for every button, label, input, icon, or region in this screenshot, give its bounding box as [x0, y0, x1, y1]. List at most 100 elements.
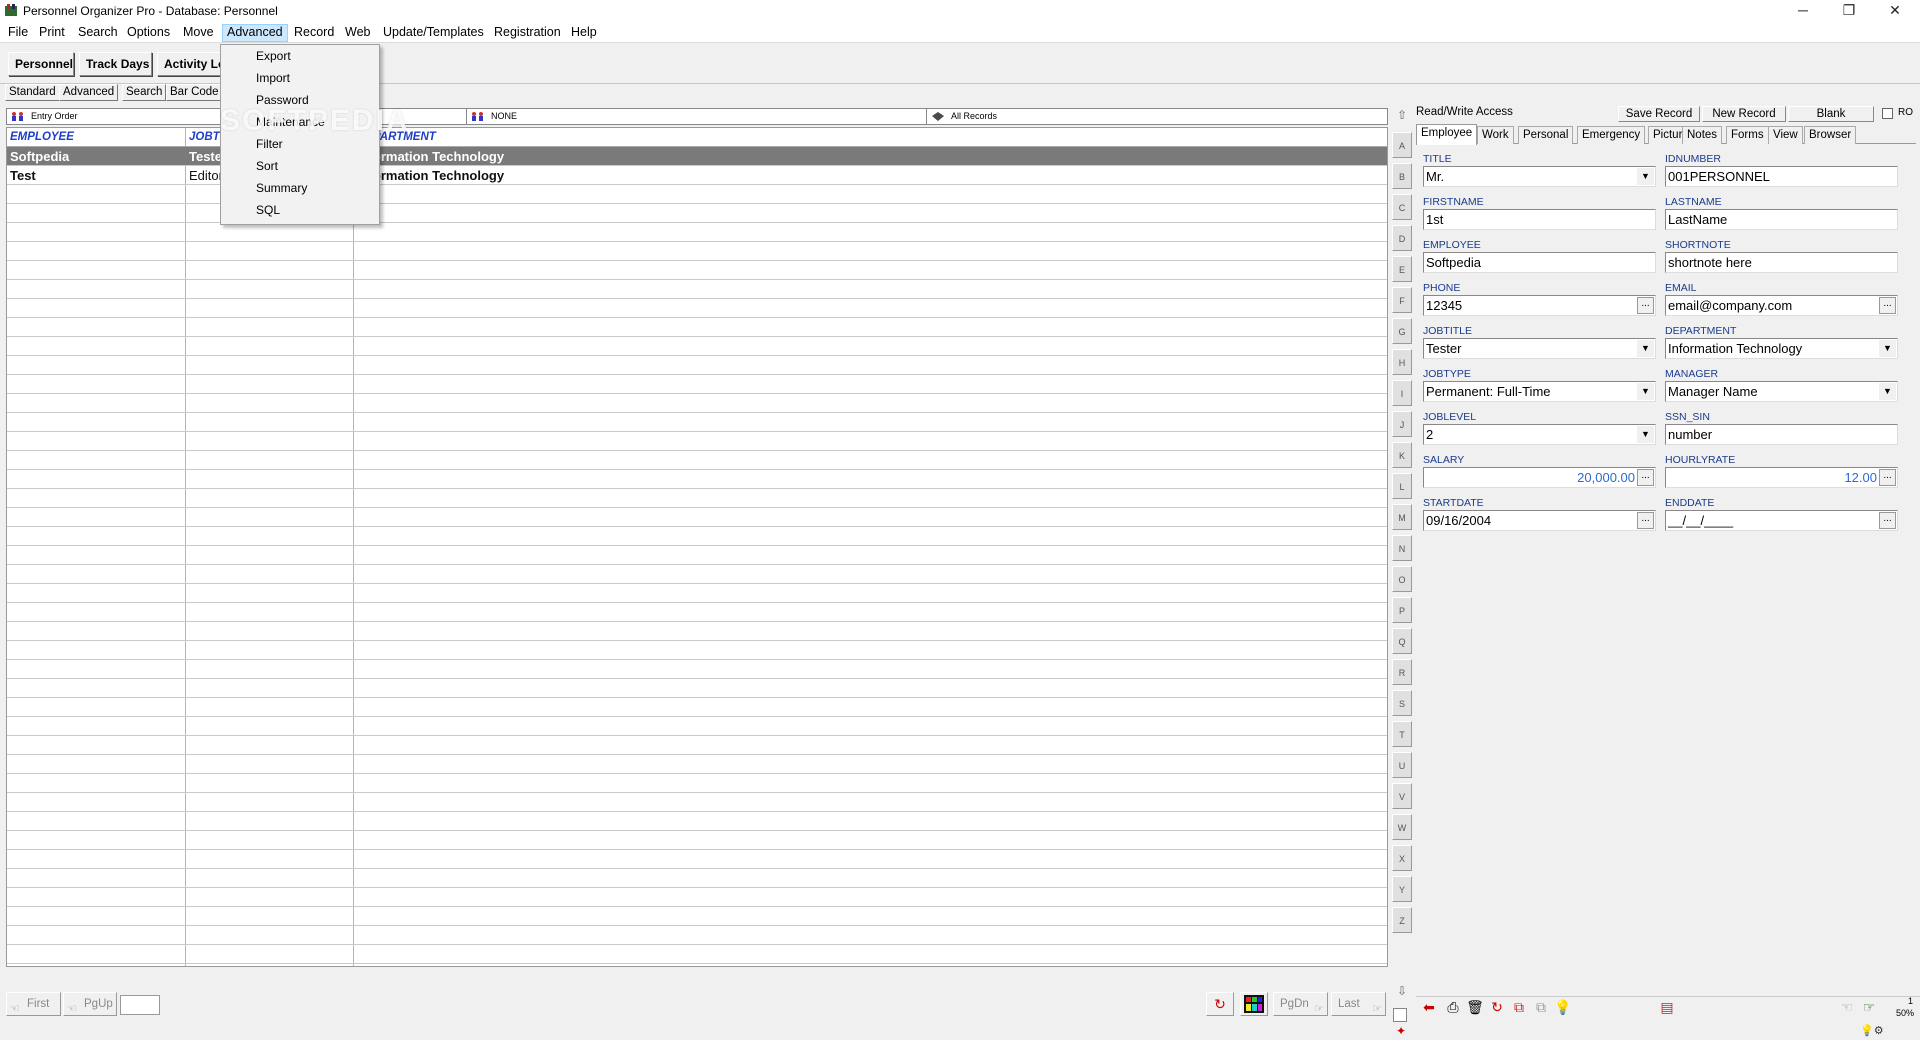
- scroll-down-icon[interactable]: ⇩: [1395, 984, 1409, 998]
- personnel-button[interactable]: Personnel: [8, 52, 74, 76]
- menu-file[interactable]: File: [4, 24, 32, 42]
- scroll-up-icon[interactable]: ⇧: [1395, 108, 1409, 122]
- report-icon[interactable]: ▤: [1656, 996, 1678, 1018]
- trash-icon[interactable]: 🗑: [1464, 996, 1486, 1018]
- ro-checkbox[interactable]: [1882, 108, 1893, 119]
- column-employee[interactable]: EMPLOYEE: [7, 128, 74, 147]
- blank-button[interactable]: Blank: [1788, 106, 1874, 122]
- title-select[interactable]: Mr. ▼: [1423, 166, 1656, 187]
- alpha-index-t[interactable]: T: [1392, 721, 1412, 747]
- enddate-field[interactable]: __/__/____ ...: [1665, 510, 1898, 531]
- alpha-index-j[interactable]: J: [1392, 411, 1412, 437]
- ssn-field[interactable]: number: [1665, 424, 1898, 445]
- calendar-grid-icon[interactable]: [1240, 992, 1268, 1016]
- alpha-index-n[interactable]: N: [1392, 535, 1412, 561]
- alpha-index-k[interactable]: K: [1392, 442, 1412, 468]
- back-arrow-icon[interactable]: ⬅: [1418, 996, 1440, 1018]
- records-selector[interactable]: All Records: [927, 109, 1387, 124]
- menu-help[interactable]: Help: [567, 24, 601, 42]
- alpha-index-o[interactable]: O: [1392, 566, 1412, 592]
- alpha-index-q[interactable]: Q: [1392, 628, 1412, 654]
- minimize-button[interactable]: ─: [1780, 0, 1826, 22]
- menu-search[interactable]: Search: [74, 24, 122, 42]
- enddate-ellipsis-button[interactable]: ...: [1879, 512, 1896, 529]
- chevron-down-icon[interactable]: ▼: [1879, 383, 1896, 400]
- alpha-index-u[interactable]: U: [1392, 752, 1412, 778]
- print-icon[interactable]: ⎙: [1442, 996, 1464, 1018]
- chevron-down-icon[interactable]: ▼: [1637, 168, 1654, 185]
- alpha-index-i[interactable]: I: [1392, 380, 1412, 406]
- alpha-index-w[interactable]: W: [1392, 814, 1412, 840]
- alpha-index-x[interactable]: X: [1392, 845, 1412, 871]
- table-row[interactable]: Softpedia Tester Information Technology: [7, 147, 1387, 166]
- tab-work[interactable]: Work: [1477, 126, 1514, 144]
- menu-item-sql[interactable]: SQL: [222, 199, 378, 221]
- tab-employee[interactable]: Employee: [1416, 124, 1478, 145]
- tab-emergency[interactable]: Emergency: [1577, 126, 1646, 144]
- copy-record-icon[interactable]: ⧉: [1508, 996, 1530, 1018]
- menu-registration[interactable]: Registration: [490, 24, 565, 42]
- phone-field[interactable]: 12345 ...: [1423, 295, 1656, 316]
- alpha-index-z[interactable]: Z: [1392, 907, 1412, 933]
- last-button[interactable]: Last ☞: [1331, 992, 1386, 1016]
- hand-left-icon[interactable]: ☜: [1836, 996, 1858, 1018]
- corner-checkbox[interactable]: [1393, 1008, 1407, 1022]
- first-button[interactable]: ☜ First: [6, 992, 61, 1016]
- tab-browser[interactable]: Browser: [1804, 126, 1857, 144]
- email-ellipsis-button[interactable]: ...: [1879, 297, 1896, 314]
- tab-bar-code[interactable]: Bar Code: [166, 84, 223, 101]
- salary-field[interactable]: 20,000.00 ...: [1423, 467, 1656, 488]
- alpha-index-a[interactable]: A: [1392, 132, 1412, 158]
- hourlyrate-ellipsis-button[interactable]: ...: [1879, 469, 1896, 486]
- menu-item-sort[interactable]: Sort: [222, 155, 378, 177]
- chevron-down-icon[interactable]: ▼: [1637, 426, 1654, 443]
- alpha-index-v[interactable]: V: [1392, 783, 1412, 809]
- table-row[interactable]: Test Editor Information Technology: [7, 166, 1387, 185]
- pgup-button[interactable]: ☜ PgUp: [63, 992, 117, 1016]
- alpha-index-e[interactable]: E: [1392, 256, 1412, 282]
- alpha-index-s[interactable]: S: [1392, 690, 1412, 716]
- shortnote-field[interactable]: shortnote here: [1665, 252, 1898, 273]
- chevron-down-icon[interactable]: ▼: [1879, 340, 1896, 357]
- menu-update-templates[interactable]: Update/Templates: [379, 24, 488, 42]
- chevron-down-icon[interactable]: ▼: [1637, 383, 1654, 400]
- refresh-icon[interactable]: ↻: [1486, 996, 1508, 1018]
- startdate-field[interactable]: 09/16/2004 ...: [1423, 510, 1656, 531]
- close-button[interactable]: ✕: [1872, 0, 1918, 22]
- alpha-index-h[interactable]: H: [1392, 349, 1412, 375]
- track-days-button[interactable]: Track Days: [79, 52, 152, 76]
- menu-item-import[interactable]: Import: [222, 67, 378, 89]
- menu-options[interactable]: Options: [123, 24, 174, 42]
- alpha-index-m[interactable]: M: [1392, 504, 1412, 530]
- tab-view[interactable]: View: [1768, 126, 1803, 144]
- alpha-index-b[interactable]: B: [1392, 163, 1412, 189]
- tab-forms[interactable]: Forms: [1726, 126, 1769, 144]
- alpha-index-r[interactable]: R: [1392, 659, 1412, 685]
- lastname-field[interactable]: LastName: [1665, 209, 1898, 230]
- record-number-input[interactable]: [120, 995, 160, 1015]
- idnumber-field[interactable]: 001PERSONNEL: [1665, 166, 1898, 187]
- pgdn-button[interactable]: PgDn ☞: [1273, 992, 1328, 1016]
- tab-notes[interactable]: Notes: [1682, 126, 1723, 144]
- manager-select[interactable]: Manager Name ▼: [1665, 381, 1898, 402]
- employee-field[interactable]: Softpedia: [1423, 252, 1656, 273]
- save-record-button[interactable]: Save Record: [1618, 106, 1700, 122]
- alpha-index-f[interactable]: F: [1392, 287, 1412, 313]
- alpha-index-p[interactable]: P: [1392, 597, 1412, 623]
- jobtype-select[interactable]: Permanent: Full-Time ▼: [1423, 381, 1656, 402]
- refresh-icon[interactable]: ↻: [1206, 992, 1234, 1016]
- menu-move[interactable]: Move: [179, 24, 218, 42]
- menu-record[interactable]: Record: [290, 24, 338, 42]
- alpha-index-c[interactable]: C: [1392, 194, 1412, 220]
- firstname-field[interactable]: 1st: [1423, 209, 1656, 230]
- restore-button[interactable]: ❐: [1826, 0, 1872, 22]
- tab-advanced[interactable]: Advanced: [59, 84, 119, 101]
- filter-selector[interactable]: NONE: [467, 109, 927, 124]
- activity-log-button[interactable]: Activity Log: [157, 52, 223, 76]
- department-select[interactable]: Information Technology ▼: [1665, 338, 1898, 359]
- chevron-down-icon[interactable]: ▼: [1637, 340, 1654, 357]
- menu-advanced[interactable]: Advanced: [222, 24, 288, 42]
- new-record-button[interactable]: New Record: [1702, 106, 1786, 122]
- alpha-index-d[interactable]: D: [1392, 225, 1412, 251]
- records-grid[interactable]: EMPLOYEE JOBTITLE DEPARTMENT Softpedia T…: [6, 127, 1388, 967]
